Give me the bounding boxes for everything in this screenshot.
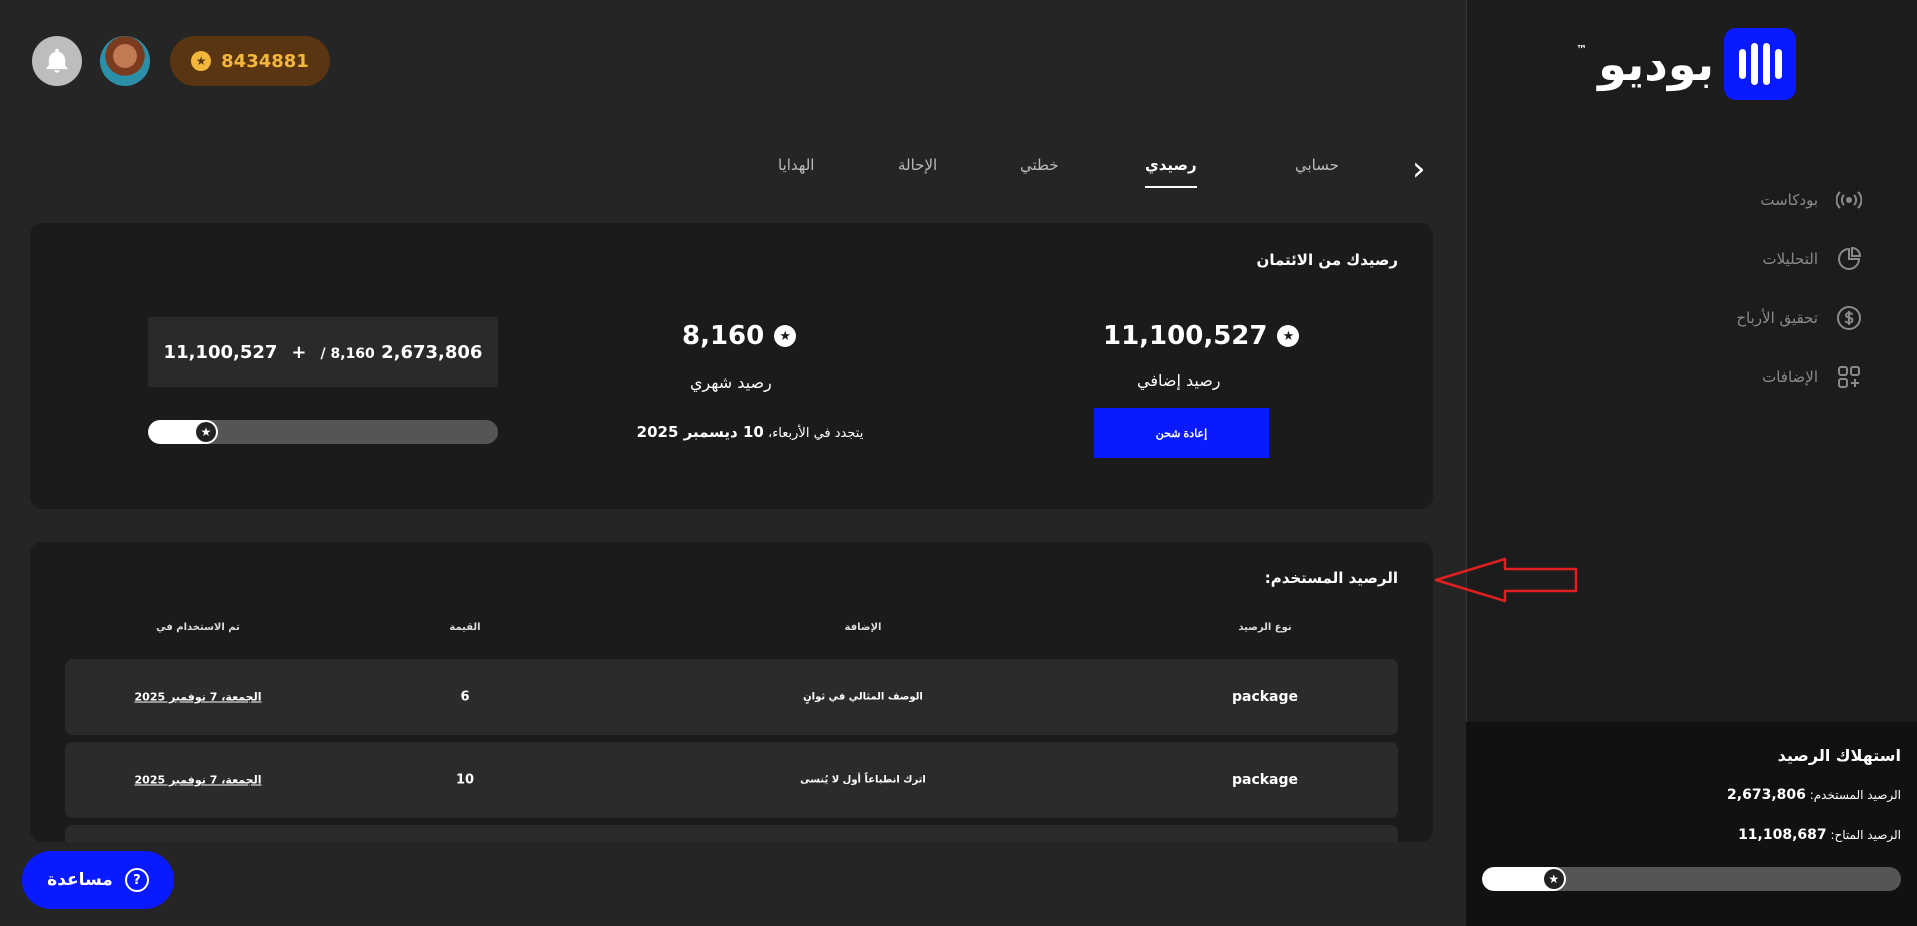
cell-value: 10 [455,772,475,788]
table-row [65,825,1398,842]
extra-credit-value: 11,100,527 ★ [1103,321,1300,351]
monthly-credit-label: رصيد شهري [690,373,772,392]
coins-balance[interactable]: ★ 8434881 [170,36,330,86]
column-header: تم الاستخدام في [156,622,240,633]
column-header: القيمة [449,622,481,633]
credit-card: رصيدك من الائتمان 11,100,527 ★ رصيد إضافي… [30,223,1433,509]
cell-value: 6 [460,689,470,705]
avatar[interactable] [100,36,150,86]
sidebar: ™ بوديو بودكاست التحليلات تحقيق الأرباح ا… [1466,0,1917,926]
help-button[interactable]: ? مساعدة [22,851,174,909]
pie-chart-icon [1836,246,1862,272]
extra-credit-label: رصيد إضافي [1137,371,1221,390]
star-icon: ★ [196,422,216,442]
tab-my-account[interactable]: حسابي [1295,156,1339,174]
help-label: مساعدة [47,870,113,890]
credit-progress-bar: ★ [148,420,498,444]
sidebar-item-label: تحقيق الأرباح [1736,308,1818,327]
cell-type: package [1231,689,1299,705]
tab-my-plan[interactable]: خطتي [1020,156,1059,174]
column-header: الإضافة [844,622,882,633]
logo-mark-icon [1724,28,1796,100]
cell-date[interactable]: الجمعة، 7 نوفمبر 2025 [135,691,262,704]
sidebar-item-label: بودكاست [1760,190,1818,209]
notifications-button[interactable] [32,36,82,86]
cell-addon: اترك انطباعاً أول لا يُنسى [800,774,926,786]
credit-summary: 11,100,527 + / 8,160 2,673,806 [148,317,498,387]
recharge-button[interactable]: إعادة شحن [1094,408,1269,458]
podcast-icon [1836,187,1862,213]
used-credit-card: الرصيد المستخدم: نوع الرصيد الإضافة القي… [30,542,1433,842]
table-row: package اترك انطباعاً أول لا يُنسى 10 ال… [65,742,1398,818]
sidebar-nav: بودكاست التحليلات تحقيق الأرباح الإضافات [1562,170,1862,406]
tab-referral[interactable]: الإحالة [898,156,937,174]
coin-star-icon: ★ [191,51,212,71]
tab-gifts[interactable]: الهدايا [778,156,814,174]
bell-icon [46,48,68,73]
addons-icon [1836,364,1862,390]
renewal-text: يتجدد في الأربعاء، 10 ديسمبر 2025 [636,423,864,441]
coins-value: 8434881 [221,50,309,72]
column-header: نوع الرصيد [1238,622,1292,633]
annotation-arrow-icon [1434,557,1578,603]
star-icon: ★ [1277,325,1300,347]
tab-my-balance[interactable]: رصيدي [1145,156,1197,188]
table-header: نوع الرصيد الإضافة القيمة تم الاستخدام ف… [30,622,1433,642]
sidebar-item-addons[interactable]: الإضافات [1562,347,1862,406]
brand-logo[interactable]: ™ بوديو [1576,28,1796,100]
credit-consumption-panel: استهلاك الرصيد الرصيد المستخدم: 2,673,80… [1466,722,1917,926]
monthly-credit-value: 8,160 ★ [682,321,797,351]
question-icon: ? [124,868,149,892]
sidebar-item-label: التحليلات [1762,249,1818,268]
brand-name: ™ بوديو [1576,37,1714,91]
sidebar-item-monetization[interactable]: تحقيق الأرباح [1562,288,1862,347]
consumption-title: استهلاك الرصيد [1777,746,1901,765]
consumption-available: الرصيد المتاح: 11,108,687 [1738,827,1901,843]
sidebar-item-podcast[interactable]: بودكاست [1562,170,1862,229]
consumption-progress-bar: ★ [1482,867,1901,891]
sidebar-item-analytics[interactable]: التحليلات [1562,229,1862,288]
cell-type: package [1231,772,1299,788]
sidebar-item-label: الإضافات [1762,367,1818,386]
used-credit-title: الرصيد المستخدم: [1264,569,1398,587]
credit-title: رصيدك من الائتمان [1256,251,1398,269]
star-icon: ★ [774,325,797,347]
dollar-icon [1836,305,1862,331]
account-tabs: حسابي رصيدي خطتي الإحالة الهدايا [760,150,1460,200]
cell-addon: الوصف المثالي في ثوانٍ [803,691,923,703]
table-row: package الوصف المثالي في ثوانٍ 6 الجمعة،… [65,659,1398,735]
star-icon: ★ [1543,869,1564,889]
cell-date[interactable]: الجمعة، 7 نوفمبر 2025 [135,774,262,787]
consumption-used: الرصيد المستخدم: 2,673,806 [1727,787,1901,803]
